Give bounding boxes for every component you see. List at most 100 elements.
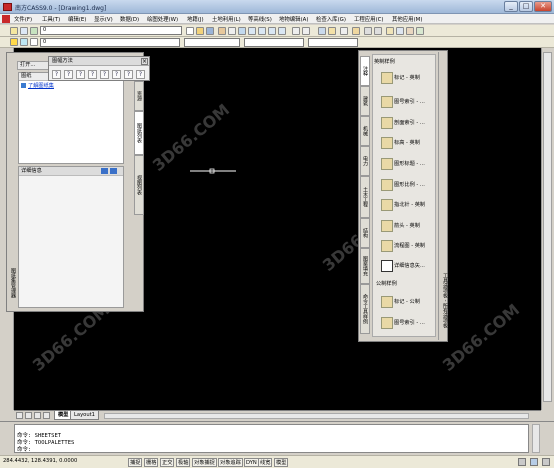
tab-sheet-list[interactable]: 图纸列表 (134, 111, 144, 155)
otrack-toggle[interactable]: 对象追踪 (218, 458, 243, 467)
pencil-icon[interactable] (218, 27, 226, 35)
tab-hatch[interactable]: 图案填充 (360, 248, 370, 284)
help-query-button[interactable]: ? (136, 70, 145, 79)
document-icon[interactable] (2, 15, 10, 23)
new-file-icon[interactable] (186, 27, 194, 35)
tab-structural[interactable]: 结构 (360, 218, 370, 248)
save-icon[interactable] (206, 27, 214, 35)
ortho-toggle[interactable]: 正交 (160, 458, 175, 467)
menu-engineering[interactable]: 工程应用(C) (354, 15, 384, 23)
first-tab-icon[interactable] (16, 412, 23, 419)
brush-icon[interactable] (352, 27, 360, 35)
sheet-set-icon[interactable] (318, 27, 326, 35)
vertical-scrollbar[interactable] (543, 52, 552, 402)
palette-item[interactable]: 剖面索引 - ... (378, 114, 436, 132)
zoom-window-icon[interactable] (258, 27, 266, 35)
tab-view-list[interactable]: 视图列表 (134, 155, 144, 215)
open-sheet-dropdown[interactable]: 打开... (17, 61, 51, 70)
palette-item[interactable]: 图号索引 - ... (378, 93, 436, 111)
learn-sheet-set-link[interactable]: 了解图纸集 (28, 82, 54, 89)
palette-item[interactable]: 流程图 - 英制 (378, 237, 436, 255)
menu-cadastre[interactable]: 地籍(J) (187, 15, 204, 23)
layer-dropdown[interactable]: 0 (40, 26, 182, 35)
help-query-button[interactable]: ? (64, 70, 73, 79)
tab-annotation[interactable]: 注释 (360, 56, 370, 86)
color-dropdown[interactable] (184, 38, 240, 47)
undo-icon[interactable] (292, 27, 300, 35)
close-icon[interactable]: × (141, 58, 148, 65)
menu-edit[interactable]: 编辑(E) (68, 15, 86, 23)
menu-file[interactable]: 文件(F) (14, 15, 32, 23)
zoom-realtime-icon[interactable] (248, 27, 256, 35)
layer-state-icon[interactable] (20, 27, 28, 35)
tab-architecture[interactable]: 建筑 (360, 86, 370, 116)
design-center-icon[interactable] (328, 27, 336, 35)
tab-command-tools[interactable]: 命令工具样例 (360, 284, 370, 334)
palette-item[interactable]: 标记 - 英制 (378, 69, 436, 87)
preview-toggle-icon[interactable] (110, 168, 117, 174)
help-icon[interactable] (416, 27, 424, 35)
osnap-toggle[interactable]: 对象捕捉 (192, 458, 217, 467)
zoom-prev-icon[interactable] (268, 27, 276, 35)
command-history[interactable]: 命令: SHEETSET 命令: TOOLPALETTES 命令: (14, 424, 529, 453)
open-file-icon[interactable] (196, 27, 204, 35)
palette-item[interactable]: 详细信息矢... (378, 257, 436, 275)
tab-electrical[interactable]: 电力 (360, 146, 370, 176)
layer-prev-icon[interactable] (30, 27, 38, 35)
layer-manager-icon[interactable] (10, 27, 18, 35)
tab-resources[interactable]: 资源 (134, 81, 144, 111)
minimize-button[interactable]: _ (504, 1, 518, 12)
markup-icon[interactable] (406, 27, 414, 35)
menu-tools[interactable]: 工具(T) (42, 15, 60, 23)
tab-civil[interactable]: 土木工程 (360, 176, 370, 218)
command-scrollbar[interactable] (532, 424, 540, 453)
command-prompt[interactable]: 命令: (17, 447, 526, 454)
polar-toggle[interactable]: 极轴 (176, 458, 191, 467)
linetype-dropdown[interactable] (244, 38, 304, 47)
help-query-button[interactable]: ? (88, 70, 97, 79)
menu-other[interactable]: 其他应用(M) (392, 15, 422, 23)
help-query-button[interactable]: ? (112, 70, 121, 79)
menu-contour[interactable]: 等高线(S) (248, 15, 272, 23)
palette-item[interactable]: 标高 - 英制 (378, 134, 436, 152)
tab-layout1[interactable]: Layout1 (70, 411, 99, 420)
calculator-icon[interactable] (396, 27, 404, 35)
last-tab-icon[interactable] (43, 412, 50, 419)
rotate-icon[interactable] (374, 27, 382, 35)
menu-view[interactable]: 显示(V) (94, 15, 113, 23)
palette-item[interactable]: 标记 - 公制 (378, 293, 436, 311)
properties-icon[interactable] (228, 27, 236, 35)
model-toggle[interactable]: 模型 (274, 458, 289, 467)
grid-toggle[interactable]: 栅格 (144, 458, 159, 467)
help-query-button[interactable]: ? (76, 70, 85, 79)
lineweight-toggle[interactable]: 线宽 (258, 458, 273, 467)
palette-title-strip[interactable]: 工具选项板 - 所有选项板 (438, 52, 448, 340)
lock-icon[interactable] (518, 458, 526, 466)
menu-drawing[interactable]: 绘图处理(W) (147, 15, 178, 23)
palette-item[interactable]: 图形标题 - ... (378, 155, 436, 173)
next-tab-icon[interactable] (34, 412, 41, 419)
style-dropdown[interactable]: 0 (40, 38, 180, 47)
tray-settings-icon[interactable] (530, 458, 538, 466)
maximize-button[interactable]: □ (519, 1, 533, 12)
tab-mechanical[interactable]: 机械 (360, 116, 370, 146)
move-icon[interactable] (364, 27, 372, 35)
tool-palette-icon[interactable] (386, 27, 394, 35)
lineweight-dropdown[interactable] (308, 38, 358, 47)
dyn-toggle[interactable]: DYN (244, 458, 259, 467)
help-query-button[interactable]: ? (100, 70, 109, 79)
detail-toggle-icon[interactable] (101, 168, 108, 174)
palette-item[interactable]: 图形比例 - ... (378, 176, 436, 194)
palette-item[interactable]: 图号索引 - ... (378, 314, 436, 332)
prev-tab-icon[interactable] (25, 412, 32, 419)
horizontal-scrollbar[interactable] (104, 413, 529, 419)
snap-toggle[interactable]: 捕捉 (128, 458, 143, 467)
palette-item[interactable]: 箭头 - 英制 (378, 217, 436, 235)
zoom-extents-icon[interactable] (278, 27, 286, 35)
pan-icon[interactable] (238, 27, 246, 35)
match-properties-icon[interactable] (340, 27, 348, 35)
help-query-button[interactable]: ? (124, 70, 133, 79)
light-bulb-icon[interactable] (10, 38, 18, 46)
clean-screen-icon[interactable] (542, 458, 550, 466)
menu-data[interactable]: 数据(D) (120, 15, 139, 23)
